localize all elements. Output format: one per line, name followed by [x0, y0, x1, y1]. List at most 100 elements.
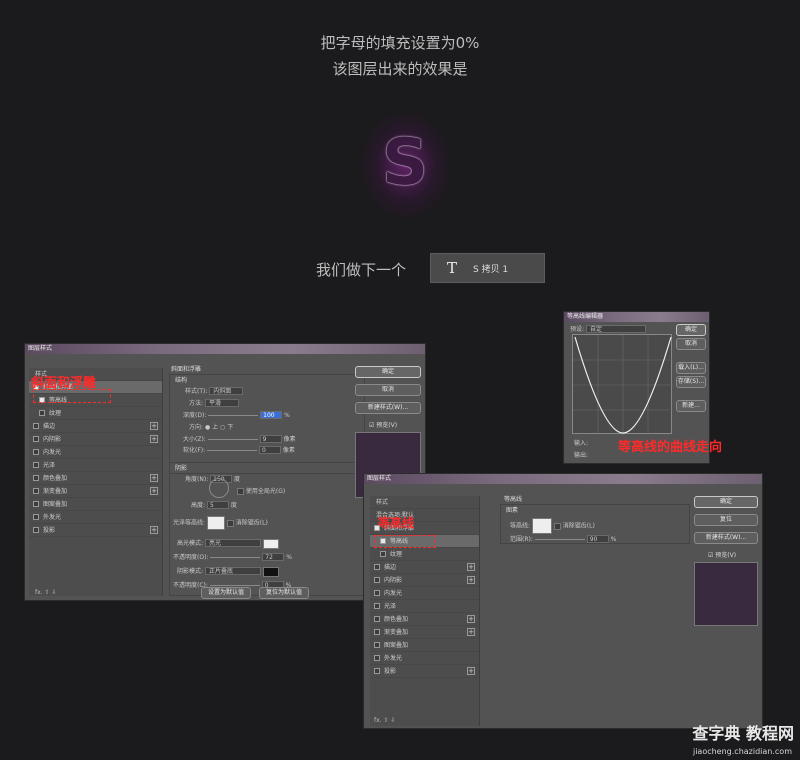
set-default-button[interactable]: 设置为默认值: [201, 587, 251, 599]
style-list-item[interactable]: 纹理: [29, 407, 162, 420]
style-list-item[interactable]: 内阴影 +: [29, 433, 162, 446]
preset-select[interactable]: 自定: [585, 325, 646, 333]
style-checkbox[interactable]: [374, 629, 380, 635]
style-checkbox[interactable]: [33, 488, 39, 494]
style-checkbox[interactable]: [374, 668, 380, 674]
style-checkbox[interactable]: [33, 475, 39, 481]
layer-chip[interactable]: T S 拷贝 1: [430, 253, 545, 283]
style-list-item[interactable]: 颜色叠加 +: [370, 613, 479, 626]
global-light-checkbox[interactable]: [237, 488, 244, 495]
new-style-button[interactable]: 新建样式(W)...: [355, 402, 421, 414]
gloss-contour-thumb[interactable]: [206, 516, 225, 530]
style-list-item[interactable]: 描边 +: [29, 420, 162, 433]
contour-new-button[interactable]: 新建...: [676, 400, 706, 412]
style-checkbox[interactable]: [374, 577, 380, 583]
add-effect-icon[interactable]: +: [150, 526, 158, 534]
style-list-item[interactable]: 图案叠加: [29, 498, 162, 511]
antialias-checkbox[interactable]: [553, 522, 561, 530]
style-list-item[interactable]: 渐变叠加 +: [29, 485, 162, 498]
style-checkbox[interactable]: [33, 501, 39, 507]
style-list-item[interactable]: 投影 +: [370, 665, 479, 678]
add-effect-icon[interactable]: +: [150, 422, 158, 430]
style-checkbox[interactable]: [33, 436, 39, 442]
direction-up-radio[interactable]: ● 上: [205, 424, 218, 431]
add-effect-icon[interactable]: +: [467, 563, 475, 571]
soften-slider[interactable]: [207, 450, 258, 451]
add-effect-icon[interactable]: +: [467, 628, 475, 636]
style-list-item[interactable]: 样式: [370, 496, 479, 509]
add-effect-icon[interactable]: +: [150, 435, 158, 443]
style-list-item[interactable]: 投影 +: [29, 524, 162, 537]
style-checkbox[interactable]: [33, 514, 39, 520]
soften-input[interactable]: 0: [259, 446, 281, 454]
highlight-color-swatch[interactable]: [262, 538, 279, 549]
style-checkbox[interactable]: [374, 616, 380, 622]
add-effect-icon[interactable]: +: [150, 474, 158, 482]
style-checkbox[interactable]: [374, 655, 380, 661]
style-list-item[interactable]: 图案叠加: [370, 639, 479, 652]
contour-load-button[interactable]: 载入(L)...: [676, 362, 706, 374]
style-list-item[interactable]: 渐变叠加 +: [370, 626, 479, 639]
contour-ok-button[interactable]: 确定: [676, 324, 706, 336]
contour-thumb[interactable]: [531, 518, 552, 534]
antialias-checkbox[interactable]: [226, 519, 234, 527]
style-checkbox[interactable]: [33, 423, 39, 429]
style-checkbox[interactable]: [33, 527, 39, 533]
add-effect-icon[interactable]: +: [467, 667, 475, 675]
style-list-item[interactable]: 内发光: [29, 446, 162, 459]
size-input[interactable]: 9: [259, 435, 282, 443]
add-effect-icon[interactable]: +: [467, 576, 475, 584]
reset-default-button[interactable]: 复位为默认值: [259, 587, 309, 599]
direction-down-radio[interactable]: ○ 下: [220, 424, 233, 431]
style-list-item[interactable]: 外发光: [29, 511, 162, 524]
style-list-item[interactable]: 纹理: [370, 548, 479, 561]
depth-slider[interactable]: [208, 415, 259, 416]
size-slider[interactable]: [207, 439, 258, 440]
style-checkbox[interactable]: [39, 410, 45, 416]
style-list-item[interactable]: 颜色叠加 +: [29, 472, 162, 485]
method-select[interactable]: 平滑: [204, 399, 239, 407]
style-checkbox[interactable]: [380, 551, 386, 557]
style-list-item[interactable]: 光泽: [370, 600, 479, 613]
style-list-item[interactable]: 内发光: [370, 587, 479, 600]
add-effect-icon[interactable]: +: [467, 615, 475, 623]
style-select[interactable]: 内斜面: [209, 387, 244, 395]
new-style-button[interactable]: 新建样式(W)...: [694, 532, 758, 544]
style-list-label: 渐变叠加: [43, 488, 68, 495]
preview-checkbox-label[interactable]: ☑ 预览(V): [708, 550, 736, 559]
shadow-mode-select[interactable]: 正片叠底: [204, 567, 261, 575]
fx-footer-icons[interactable]: fx. ⇧ ⇩: [374, 717, 395, 724]
opacity1-input[interactable]: 72: [262, 553, 285, 561]
reset-button[interactable]: 复位: [694, 514, 758, 526]
preview-checkbox-label[interactable]: ☑ 预览(V): [369, 420, 397, 429]
angle-dial[interactable]: [209, 478, 229, 498]
style-checkbox[interactable]: [374, 590, 380, 596]
ok-button[interactable]: 确定: [694, 496, 758, 508]
opacity2-slider[interactable]: [209, 585, 260, 586]
style-list-item[interactable]: 内阴影 +: [370, 574, 479, 587]
contour-curve-grid[interactable]: [572, 334, 673, 435]
contour-cancel-button[interactable]: 取消: [676, 338, 706, 350]
highlight-mode-select[interactable]: 亮光: [204, 539, 261, 547]
style-checkbox[interactable]: [374, 642, 380, 648]
opacity1-label: 不透明度(O):: [173, 554, 209, 561]
style-checkbox[interactable]: [374, 603, 380, 609]
fx-footer-icons[interactable]: fx. ⇧ ⇩: [35, 589, 56, 596]
opacity1-slider[interactable]: [210, 557, 261, 558]
cancel-button[interactable]: 取消: [355, 384, 421, 396]
altitude-input[interactable]: 5: [206, 501, 229, 509]
range-slider[interactable]: [534, 539, 585, 540]
preset-label: 预设:: [570, 326, 585, 333]
style-checkbox[interactable]: [33, 449, 39, 455]
style-list-item[interactable]: 外发光: [370, 652, 479, 665]
depth-input[interactable]: 100: [260, 411, 283, 419]
range-input[interactable]: 90: [586, 535, 609, 543]
contour-save-button[interactable]: 存储(S)...: [676, 376, 706, 388]
style-checkbox[interactable]: [374, 564, 380, 570]
style-list-item[interactable]: 描边 +: [370, 561, 479, 574]
style-list-item[interactable]: 光泽: [29, 459, 162, 472]
style-checkbox[interactable]: [33, 462, 39, 468]
shadow-color-swatch[interactable]: [262, 566, 279, 577]
add-effect-icon[interactable]: +: [150, 487, 158, 495]
ok-button[interactable]: 确定: [355, 366, 421, 378]
